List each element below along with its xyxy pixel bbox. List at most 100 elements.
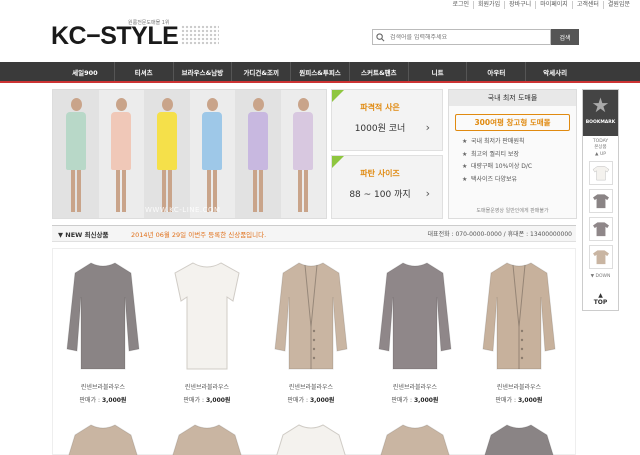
product-image[interactable] — [479, 421, 559, 455]
product-image[interactable] — [63, 257, 143, 375]
nav-knit[interactable]: 니트 — [407, 62, 467, 81]
nav-blouse[interactable]: 브라우스&남방 — [172, 62, 232, 81]
price-label: 판매가 : — [391, 397, 413, 404]
feature-item: 최고의 퀄리티 보장 — [462, 149, 576, 162]
product-card[interactable]: 린넨브라블라우스 판매가 : 3,000원 — [369, 257, 461, 404]
customer-center-link[interactable]: 고객센터 — [571, 1, 603, 9]
product-card[interactable]: 린넨브라블라우스 판매가 : 3,000원 — [473, 257, 565, 404]
quick-sidebar: ★ BOOKMARK TODAY 본상품 ▲ UP ▼ DOWN ▲ TOP — [582, 89, 619, 311]
price-label: 판매가 : — [79, 397, 101, 404]
feature-item: 대량구매 10%이상 D/C — [462, 161, 576, 174]
button-dot — [312, 356, 316, 360]
lowest-title: 국내 최저 도매몰 — [449, 90, 576, 106]
product-image[interactable] — [479, 257, 559, 375]
nav-outer[interactable]: 아우터 — [466, 62, 525, 81]
feature-item: 국내 최저가 판매원칙 — [462, 136, 576, 149]
product-image[interactable] — [167, 257, 247, 375]
product-price: 판매가 : 3,000원 — [369, 395, 461, 404]
top-button[interactable]: ▲ TOP — [583, 292, 618, 306]
button-dot — [520, 338, 524, 342]
product-image[interactable] — [375, 421, 455, 455]
banner-model — [235, 90, 281, 218]
banner-model — [53, 90, 99, 218]
garment-shape — [484, 424, 554, 455]
lowest-promo: 300여평 창고형 도매몰 — [455, 114, 570, 131]
nav-sale900[interactable]: 세일900 — [56, 62, 114, 81]
site-logo[interactable]: KC−STYLE — [51, 22, 179, 51]
utility-links: 로그인 회원가입 장바구니 마이페이지 고객센터 결원입문 — [448, 1, 634, 9]
price-value: 3,000원 — [309, 397, 335, 404]
banner-model — [144, 90, 190, 218]
search-bar: 검색 — [372, 29, 579, 45]
button-dot — [312, 329, 316, 333]
product-name[interactable]: 린넨브라블라우스 — [57, 382, 149, 391]
ribbon-corner — [332, 156, 344, 168]
product-price: 판매가 : 3,000원 — [161, 395, 253, 404]
garment-shape — [68, 424, 138, 455]
promo-line2: 88 ~ 100 까지 — [349, 190, 411, 200]
star-icon: ★ — [591, 93, 610, 117]
product-price: 판매가 : 3,000원 — [265, 395, 357, 404]
promo-bigsize[interactable]: 파탄 사이즈 88 ~ 100 까지 › — [331, 155, 443, 219]
join-link[interactable]: 회원가입 — [473, 1, 504, 9]
main-nav: 세일900 티셔츠 브라우스&남방 가디건&조끼 원피스&투피스 스커트&팬츠 … — [0, 62, 640, 83]
sidebar-down-button[interactable]: ▼ DOWN — [583, 273, 618, 281]
recent-thumb[interactable] — [588, 161, 613, 185]
nav-skirt-pants[interactable]: 스커트&팬츠 — [348, 62, 408, 81]
lowest-features: 국내 최저가 판매원칙 최고의 퀄리티 보장 대량구매 10%이상 D/C 택사… — [462, 136, 576, 186]
recent-thumb[interactable] — [588, 189, 613, 213]
product-name[interactable]: 린넨브라블라우스 — [265, 382, 357, 391]
bookmark-label: BOOKMARK — [585, 120, 616, 125]
bookmark-button[interactable]: ★ BOOKMARK — [583, 90, 618, 136]
nav-accessories[interactable]: 악세사리 — [525, 62, 584, 81]
recent-thumb[interactable] — [588, 217, 613, 241]
chevron-right-icon: › — [425, 187, 430, 200]
promo-line1: 파격적 사은 — [360, 103, 400, 112]
price-label: 판매가 : — [495, 397, 517, 404]
button-dot — [520, 347, 524, 351]
product-card[interactable]: 린넨브라블라우스 판매가 : 3,000원 — [161, 257, 253, 404]
new-arrivals-bar: ▼ NEW 최신상품 2014년 06월 29일 이번주 등록한 신상품입니다.… — [52, 225, 576, 242]
search-icon — [376, 32, 385, 41]
product-name[interactable]: 린넨브라블라우스 — [473, 382, 565, 391]
nav-onepiece[interactable]: 원피스&투피스 — [290, 62, 349, 81]
button-dot — [520, 329, 524, 333]
button-dot — [312, 347, 316, 351]
logo-dot-pattern — [181, 25, 219, 45]
nav-cardigan[interactable]: 가디건&조끼 — [231, 62, 290, 81]
price-label: 판매가 : — [287, 397, 309, 404]
price-value: 3,000원 — [413, 397, 439, 404]
product-card[interactable]: 린넨브라블라우스 판매가 : 3,000원 — [57, 257, 149, 404]
product-image[interactable] — [271, 257, 351, 375]
nav-tshirts[interactable]: 티셔츠 — [113, 62, 173, 81]
search-input[interactable] — [390, 33, 540, 41]
recent-thumb[interactable] — [588, 245, 613, 269]
price-value: 3,000원 — [101, 397, 127, 404]
ribbon-corner — [332, 90, 344, 102]
promo-1000won[interactable]: 파격적 사은 1000원 코너 › — [331, 89, 443, 151]
product-name[interactable]: 린넨브라블라우스 — [369, 382, 461, 391]
login-link[interactable]: 로그인 — [448, 1, 473, 9]
price-value: 3,000원 — [517, 397, 543, 404]
intro-link[interactable]: 결원입문 — [602, 1, 634, 9]
top-arrow-icon: ▲ — [598, 292, 603, 299]
product-image[interactable] — [375, 257, 455, 375]
lowest-price-box: 국내 최저 도매몰 300여평 창고형 도매몰 국내 최저가 판매원칙 최고의 … — [448, 89, 577, 219]
product-price: 판매가 : 3,000원 — [473, 395, 565, 404]
product-price: 판매가 : 3,000원 — [57, 395, 149, 404]
product-card[interactable]: 린넨브라블라우스 판매가 : 3,000원 — [265, 257, 357, 404]
cart-link[interactable]: 장바구니 — [504, 1, 535, 9]
product-grid: 린넨브라블라우스 판매가 : 3,000원 린넨브라블라우스 판매가 : 3,0… — [52, 248, 576, 455]
mypage-link[interactable]: 마이페이지 — [535, 1, 572, 9]
promo-line1: 파탄 사이즈 — [360, 169, 400, 178]
contact-info: 대표전화 : 070-0000-0000 / 휴대폰 : 13400000000 — [427, 231, 572, 238]
main-banner[interactable]: WWW.KC-LINE.COM — [52, 89, 327, 219]
banner-watermark: WWW.KC-LINE.COM — [145, 206, 221, 214]
sidebar-up-button[interactable]: ▲ UP — [583, 151, 618, 159]
product-name[interactable]: 린넨브라블라우스 — [161, 382, 253, 391]
product-image[interactable] — [271, 421, 351, 455]
product-image[interactable] — [167, 421, 247, 455]
banner-model — [98, 90, 144, 218]
search-button[interactable]: 검색 — [551, 29, 579, 45]
product-image[interactable] — [63, 421, 143, 455]
